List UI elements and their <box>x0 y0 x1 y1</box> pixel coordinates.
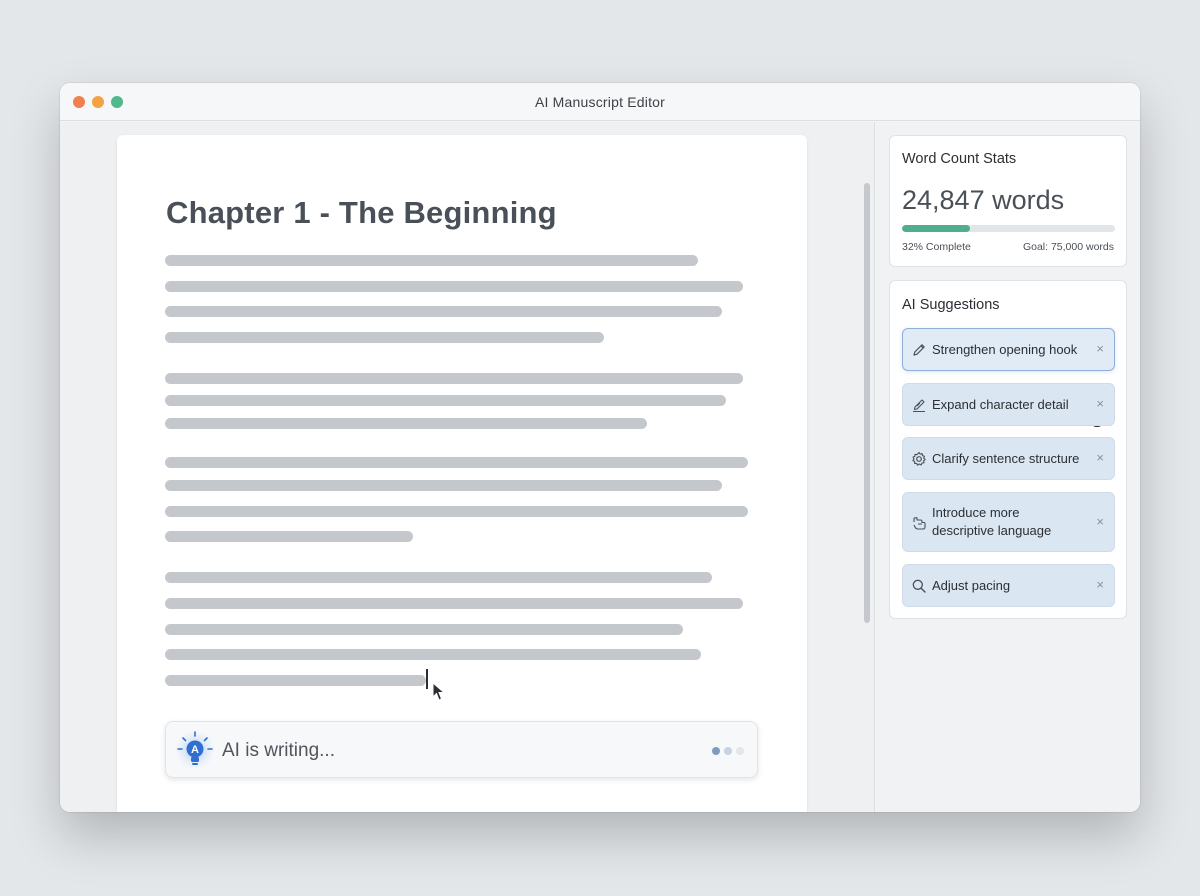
mouse-pointer-icon <box>432 682 446 701</box>
title-bar: AI Manuscript Editor <box>60 83 1140 121</box>
suggestion-label: Clarify sentence structure <box>932 451 1080 466</box>
text-line[interactable] <box>165 332 604 343</box>
word-count-value: 24,847 words <box>902 185 1065 215</box>
text-line[interactable] <box>165 598 743 609</box>
ai-writing-status: A AI is writing... <box>165 721 758 778</box>
suggestion-item[interactable]: Expand character detail × <box>902 383 1115 426</box>
suggestion-label: Strengthen opening hook <box>932 342 1078 357</box>
loading-dot <box>712 747 720 755</box>
suggestion-item[interactable]: Clarify sentence structure × <box>902 437 1115 480</box>
dismiss-suggestion-button[interactable]: × <box>1096 341 1104 356</box>
dismiss-suggestion-button[interactable]: × <box>1096 577 1104 592</box>
loading-dot <box>724 747 732 755</box>
suggestion-item[interactable]: Adjust pacing × <box>902 564 1115 607</box>
text-line[interactable] <box>165 457 748 468</box>
text-line[interactable] <box>165 255 698 266</box>
text-line[interactable] <box>165 649 701 660</box>
ai-badge-letter: A <box>191 744 199 756</box>
word-goal-label: Goal: 75,000 words <box>1022 241 1114 253</box>
suggestion-label: Introduce more descriptive language <box>932 505 1052 538</box>
text-line[interactable] <box>165 373 743 384</box>
pencil-icon <box>913 344 925 356</box>
text-caret <box>426 669 428 689</box>
text-line[interactable] <box>165 418 647 429</box>
editor-scrollbar[interactable] <box>864 183 870 623</box>
text-line[interactable] <box>165 281 743 292</box>
suggestion-label: Expand character detail <box>932 397 1069 412</box>
text-line[interactable] <box>165 624 683 635</box>
text-line[interactable] <box>165 395 726 406</box>
text-line[interactable] <box>165 506 748 517</box>
edit-lines-icon <box>913 399 925 412</box>
word-count-card: Word Count Stats 24,847 words 32% Comple… <box>889 135 1127 267</box>
app-window: AI Manuscript Editor Chapter 1 - The Beg… <box>60 83 1140 812</box>
ai-suggestions-card: AI Suggestions Strengthen opening hook × <box>889 280 1127 619</box>
gear-icon <box>912 451 926 466</box>
window-title: AI Manuscript Editor <box>534 94 666 110</box>
percent-complete-label: 32% Complete <box>902 241 971 253</box>
text-line[interactable] <box>165 480 722 491</box>
chapter-title[interactable]: Chapter 1 - The Beginning <box>166 195 557 231</box>
loading-dot <box>736 747 744 755</box>
progress-fill <box>902 225 971 232</box>
manuscript-page[interactable]: Chapter 1 - The Beginning A AI is writin… <box>117 135 807 812</box>
ai-suggestions-heading: AI Suggestions <box>902 297 1000 313</box>
dismiss-suggestion-button[interactable]: × <box>1096 396 1104 411</box>
hand-icon <box>913 517 926 530</box>
suggestion-label: Adjust pacing <box>932 578 1011 593</box>
suggestion-item[interactable]: Strengthen opening hook × <box>902 328 1115 427</box>
text-line[interactable] <box>165 306 722 317</box>
search-icon <box>912 579 926 593</box>
editor-area: Chapter 1 - The Beginning A AI is writin… <box>60 122 874 812</box>
dismiss-suggestion-button[interactable]: × <box>1096 450 1104 465</box>
ai-lightbulb-icon: A <box>175 730 215 770</box>
word-goal-progress-bar <box>902 225 1115 232</box>
ai-status-text: AI is writing... <box>222 740 335 761</box>
text-line[interactable] <box>165 572 712 583</box>
word-count-heading: Word Count Stats <box>902 151 1017 167</box>
suggestion-item[interactable]: Introduce more descriptive language × <box>902 492 1115 552</box>
text-line[interactable] <box>165 531 413 542</box>
text-line[interactable] <box>165 675 426 686</box>
sidebar: Word Count Stats 24,847 words 32% Comple… <box>874 122 1140 812</box>
dismiss-suggestion-button[interactable]: × <box>1096 514 1104 529</box>
